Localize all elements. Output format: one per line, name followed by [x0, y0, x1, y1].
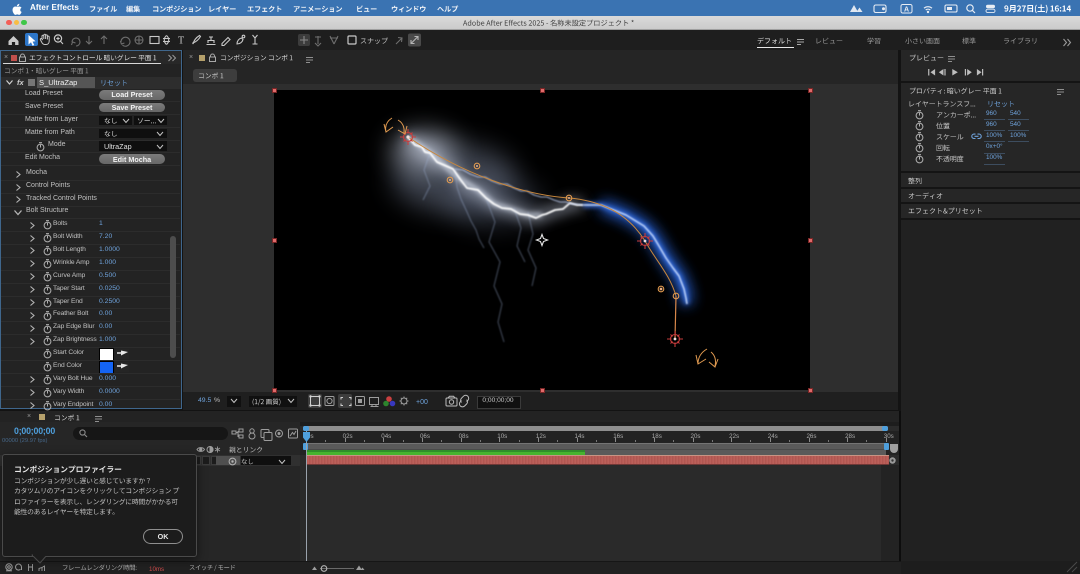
svg-text:T: T — [178, 36, 184, 47]
svg-text:A: A — [904, 6, 909, 13]
svg-text:+00: +00 — [416, 399, 428, 406]
